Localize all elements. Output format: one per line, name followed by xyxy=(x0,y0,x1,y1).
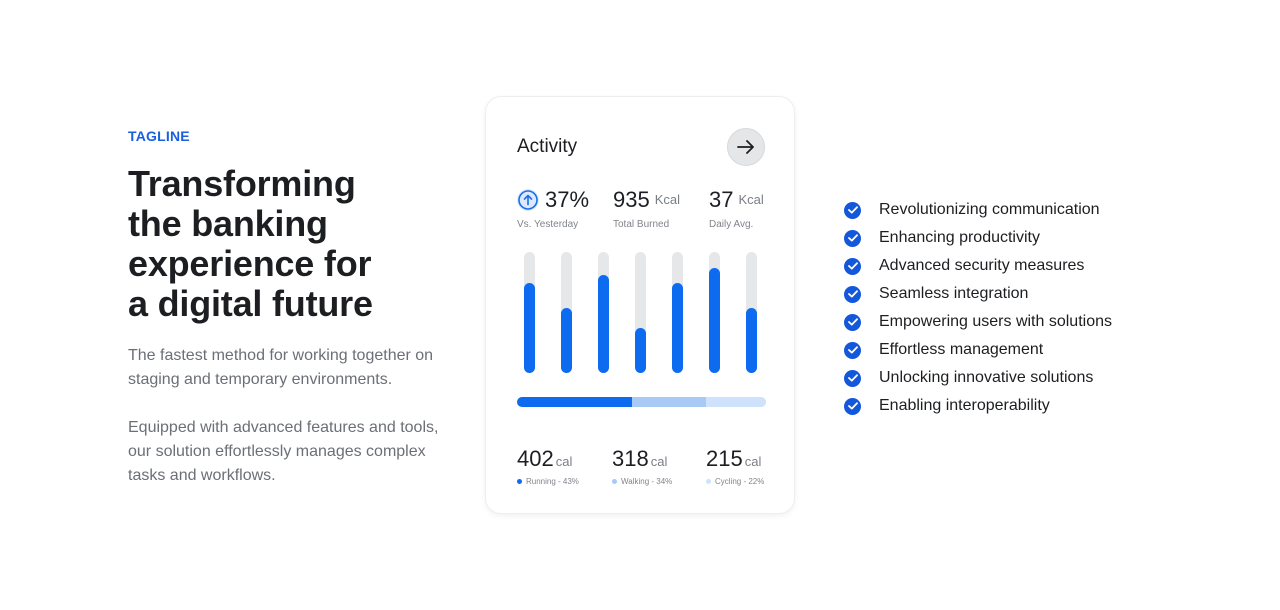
calorie-cycling: 215 cal Cycling - 22% xyxy=(706,446,764,486)
bar-fill xyxy=(561,308,572,373)
calorie-value: 318 xyxy=(612,446,649,471)
calorie-label: Walking - 34% xyxy=(621,477,673,486)
headline-line: a digital future xyxy=(128,283,373,324)
feature-label: Empowering users with solutions xyxy=(879,313,1112,330)
stat-label: Vs. Yesterday xyxy=(517,219,579,230)
bar-track xyxy=(598,252,609,373)
stat-vs-yesterday: 37% Vs. Yesterday xyxy=(517,187,589,230)
stat-label: Daily Avg. xyxy=(709,219,754,230)
bar-track xyxy=(561,252,572,373)
feature-list: Revolutionizing communication Enhancing … xyxy=(844,196,1112,420)
bar-fill xyxy=(524,283,535,373)
calorie-unit: cal xyxy=(555,454,573,469)
feature-label: Effortless management xyxy=(879,341,1044,358)
progress-segment-walking xyxy=(631,397,707,407)
calorie-value: 402 xyxy=(517,446,554,471)
feature-item: Advanced security measures xyxy=(844,252,1112,280)
stat-total-burned: 935 Kcal Total Burned xyxy=(613,187,680,230)
check-circle-icon xyxy=(844,285,861,303)
activity-progress-bar xyxy=(517,397,766,407)
arrow-up-circle-icon xyxy=(517,189,539,211)
calorie-label: Cycling - 22% xyxy=(715,477,765,486)
stat-daily-avg: 37 Kcal Daily Avg. xyxy=(709,187,764,230)
arrow-button[interactable] xyxy=(727,128,765,166)
check-circle-icon xyxy=(844,257,861,275)
bar-fill xyxy=(635,328,646,373)
bar-fill xyxy=(598,275,609,373)
check-circle-icon xyxy=(844,341,861,359)
tagline: TAGLINE xyxy=(128,128,190,144)
progress-segment-running xyxy=(517,397,632,407)
hero-section: TAGLINE Transforming the banking experie… xyxy=(128,128,458,488)
calorie-walking: 318 cal Walking - 34% xyxy=(612,446,672,486)
bar-track xyxy=(524,252,535,373)
feature-label: Seamless integration xyxy=(879,285,1029,302)
card-title: Activity xyxy=(517,136,578,157)
bar-track xyxy=(672,252,683,373)
legend-dot xyxy=(517,479,522,484)
bar-track xyxy=(746,252,757,373)
bar-fill xyxy=(709,268,720,373)
progress-segment-cycling xyxy=(706,397,766,407)
arrow-right-icon xyxy=(737,140,754,154)
stat-label: Total Burned xyxy=(613,219,670,230)
bar-fill xyxy=(672,283,683,373)
feature-item: Seamless integration xyxy=(844,280,1112,308)
description-paragraph: The fastest method for working together … xyxy=(128,347,434,388)
feature-label: Enabling interoperability xyxy=(879,397,1050,414)
feature-item: Revolutionizing communication xyxy=(844,196,1112,224)
activity-bar-chart xyxy=(524,252,760,373)
headline-line: Transforming xyxy=(128,163,356,204)
check-circle-icon xyxy=(844,313,861,331)
calorie-unit: cal xyxy=(744,454,762,469)
check-circle-icon xyxy=(844,397,861,415)
headline-line: experience for xyxy=(128,243,372,284)
calorie-running: 402 cal Running - 43% xyxy=(517,446,579,486)
feature-item: Effortless management xyxy=(844,336,1112,364)
feature-label: Advanced security measures xyxy=(879,257,1085,274)
check-circle-icon xyxy=(844,201,861,219)
feature-item: Enabling interoperability xyxy=(844,392,1112,420)
feature-label: Revolutionizing communication xyxy=(879,201,1100,218)
activity-card: Activity 37% Vs. Yesterday 935 Kcal Tota… xyxy=(485,96,795,514)
stat-value: 37% xyxy=(545,187,590,212)
stat-unit: Kcal xyxy=(738,192,764,207)
bar-fill xyxy=(746,308,757,373)
feature-item: Unlocking innovative solutions xyxy=(844,364,1112,392)
description-paragraph: Equipped with advanced features and tool… xyxy=(128,419,439,484)
check-circle-icon xyxy=(844,229,861,247)
check-circle-icon xyxy=(844,369,861,387)
feature-item: Empowering users with solutions xyxy=(844,308,1112,336)
bar-track xyxy=(709,252,720,373)
calorie-value: 215 xyxy=(706,446,743,471)
headline-line: the banking xyxy=(128,203,328,244)
feature-item: Enhancing productivity xyxy=(844,224,1112,252)
headline: Transforming the banking experience for … xyxy=(128,164,458,324)
legend-dot xyxy=(706,479,711,484)
feature-label: Enhancing productivity xyxy=(879,229,1040,246)
stat-value: 935 xyxy=(613,187,650,212)
stat-value: 37 xyxy=(709,187,734,212)
calorie-label: Running - 43% xyxy=(526,477,579,486)
feature-label: Unlocking innovative solutions xyxy=(879,369,1094,386)
stat-unit: Kcal xyxy=(654,192,681,207)
legend-dot xyxy=(612,479,617,484)
bar-track xyxy=(635,252,646,373)
calorie-unit: cal xyxy=(650,454,668,469)
